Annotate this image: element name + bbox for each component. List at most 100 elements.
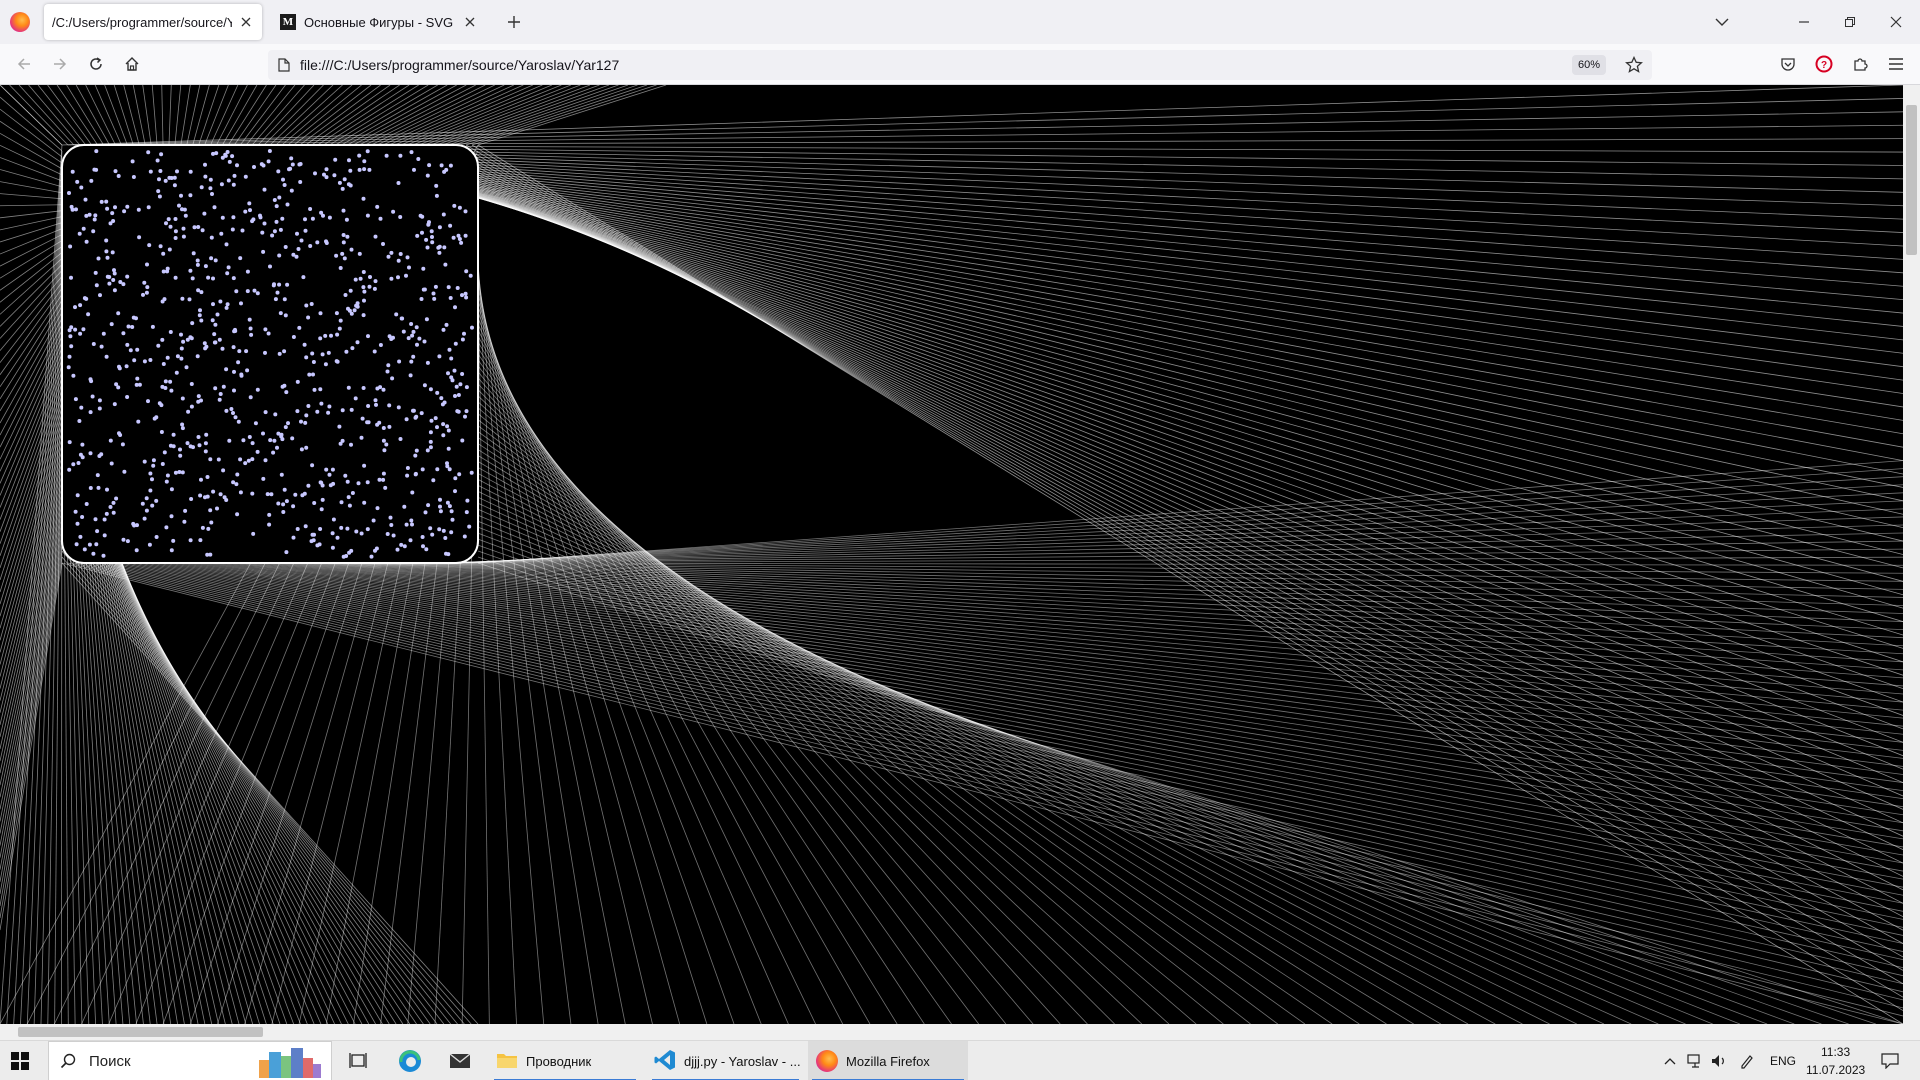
dot [343, 473, 348, 478]
network-icon[interactable] [1686, 1053, 1704, 1069]
dot [396, 181, 401, 185]
clock-time[interactable]: 11:33 [1821, 1045, 1850, 1059]
dot [280, 384, 285, 389]
dot [101, 331, 106, 336]
dot [227, 438, 232, 443]
dot [94, 167, 99, 172]
restore-icon[interactable] [1840, 12, 1860, 32]
dot [67, 191, 71, 195]
notifications-icon[interactable] [1880, 1051, 1900, 1071]
forward-arrow-icon[interactable] [50, 54, 70, 74]
dot [203, 449, 208, 454]
tab-mdn[interactable]: M Основные Фигуры - SVG | MDN [272, 4, 486, 40]
new-tab-icon[interactable] [504, 12, 524, 32]
zoom-level[interactable]: 60% [1571, 55, 1606, 75]
dot [213, 258, 218, 263]
taskbar-app-vscode[interactable]: djjj.py - Yaroslav - ... [648, 1041, 803, 1080]
dot [306, 315, 311, 320]
edge-icon[interactable] [398, 1049, 422, 1073]
dot [340, 251, 345, 256]
chevron-down-icon[interactable] [1712, 12, 1732, 32]
clock-date[interactable]: 11.07.2023 [1806, 1063, 1865, 1077]
dot [141, 292, 145, 297]
task-view-icon[interactable] [348, 1051, 368, 1071]
dot [355, 301, 360, 306]
window-close-icon[interactable] [1886, 12, 1906, 32]
dot [446, 285, 451, 290]
chevron-up-icon[interactable] [1662, 1053, 1678, 1069]
dot [269, 492, 274, 497]
home-icon[interactable] [122, 54, 142, 74]
dot [456, 393, 461, 397]
dot [410, 333, 415, 338]
dot [441, 212, 446, 217]
minimize-icon[interactable] [1794, 12, 1814, 32]
dot [130, 159, 135, 164]
dot [230, 154, 235, 159]
page-icon[interactable] [276, 57, 292, 73]
dot [446, 428, 451, 433]
reload-icon[interactable] [86, 54, 106, 74]
dot [330, 531, 335, 536]
tab-title: /C:/Users/programmer/source/Yaroslav/Yar… [52, 14, 232, 30]
dot [71, 373, 76, 378]
dot [442, 245, 447, 250]
dot [243, 174, 248, 179]
dot [428, 439, 433, 444]
vertical-scrollbar[interactable] [1903, 85, 1920, 1024]
dot [282, 183, 287, 187]
dot [146, 205, 151, 210]
dot [446, 552, 451, 557]
taskbar-app-firefox[interactable]: Mozilla Firefox [808, 1041, 968, 1080]
firefox-logo-icon[interactable] [10, 12, 30, 32]
close-icon[interactable] [462, 14, 478, 30]
taskbar-search[interactable]: Поиск [48, 1041, 332, 1080]
language-indicator[interactable]: ENG [1770, 1054, 1796, 1068]
scroll-thumb[interactable] [18, 1027, 263, 1037]
scroll-thumb[interactable] [1906, 105, 1917, 255]
dot [231, 411, 235, 415]
dot [235, 472, 240, 477]
dot [372, 349, 377, 354]
close-icon[interactable] [238, 14, 254, 30]
dot [250, 441, 255, 446]
puzzle-icon[interactable] [1850, 54, 1870, 74]
dot [229, 407, 234, 411]
extension-badge-icon[interactable]: ? [1814, 54, 1834, 74]
dot [362, 289, 367, 294]
horizontal-scrollbar[interactable] [0, 1024, 1920, 1040]
dot [315, 240, 320, 245]
dot [125, 204, 130, 209]
dot [389, 250, 394, 255]
taskbar-app-explorer[interactable]: Проводник [490, 1041, 640, 1080]
dot [463, 233, 468, 238]
back-arrow-icon[interactable] [14, 54, 34, 74]
volume-icon[interactable] [1710, 1053, 1728, 1069]
dot [217, 337, 222, 342]
dot [320, 352, 325, 357]
dot [402, 544, 407, 549]
pen-icon[interactable] [1738, 1053, 1756, 1069]
url-bar[interactable]: file:///C:/Users/programmer/source/Yaros… [268, 50, 1652, 80]
dot [397, 359, 402, 364]
mail-icon[interactable] [448, 1049, 472, 1073]
dot [171, 432, 176, 437]
app-label: Mozilla Firefox [846, 1053, 930, 1069]
dot [437, 354, 442, 359]
dot [282, 349, 287, 354]
dot [278, 227, 283, 232]
dot [414, 448, 419, 453]
windows-start-icon[interactable] [10, 1051, 30, 1071]
pocket-icon[interactable] [1778, 54, 1798, 74]
hamburger-icon[interactable] [1886, 54, 1906, 74]
dot [470, 325, 474, 330]
tab-yar127[interactable]: /C:/Users/programmer/source/Yaroslav/Yar… [44, 4, 262, 40]
dot [411, 329, 416, 334]
tab-title: Основные Фигуры - SVG | MDN [304, 14, 456, 30]
dot [400, 316, 405, 321]
dot [341, 208, 346, 213]
star-icon[interactable] [1624, 55, 1644, 75]
dot [93, 517, 98, 522]
dot [168, 224, 173, 229]
dot [125, 274, 130, 279]
